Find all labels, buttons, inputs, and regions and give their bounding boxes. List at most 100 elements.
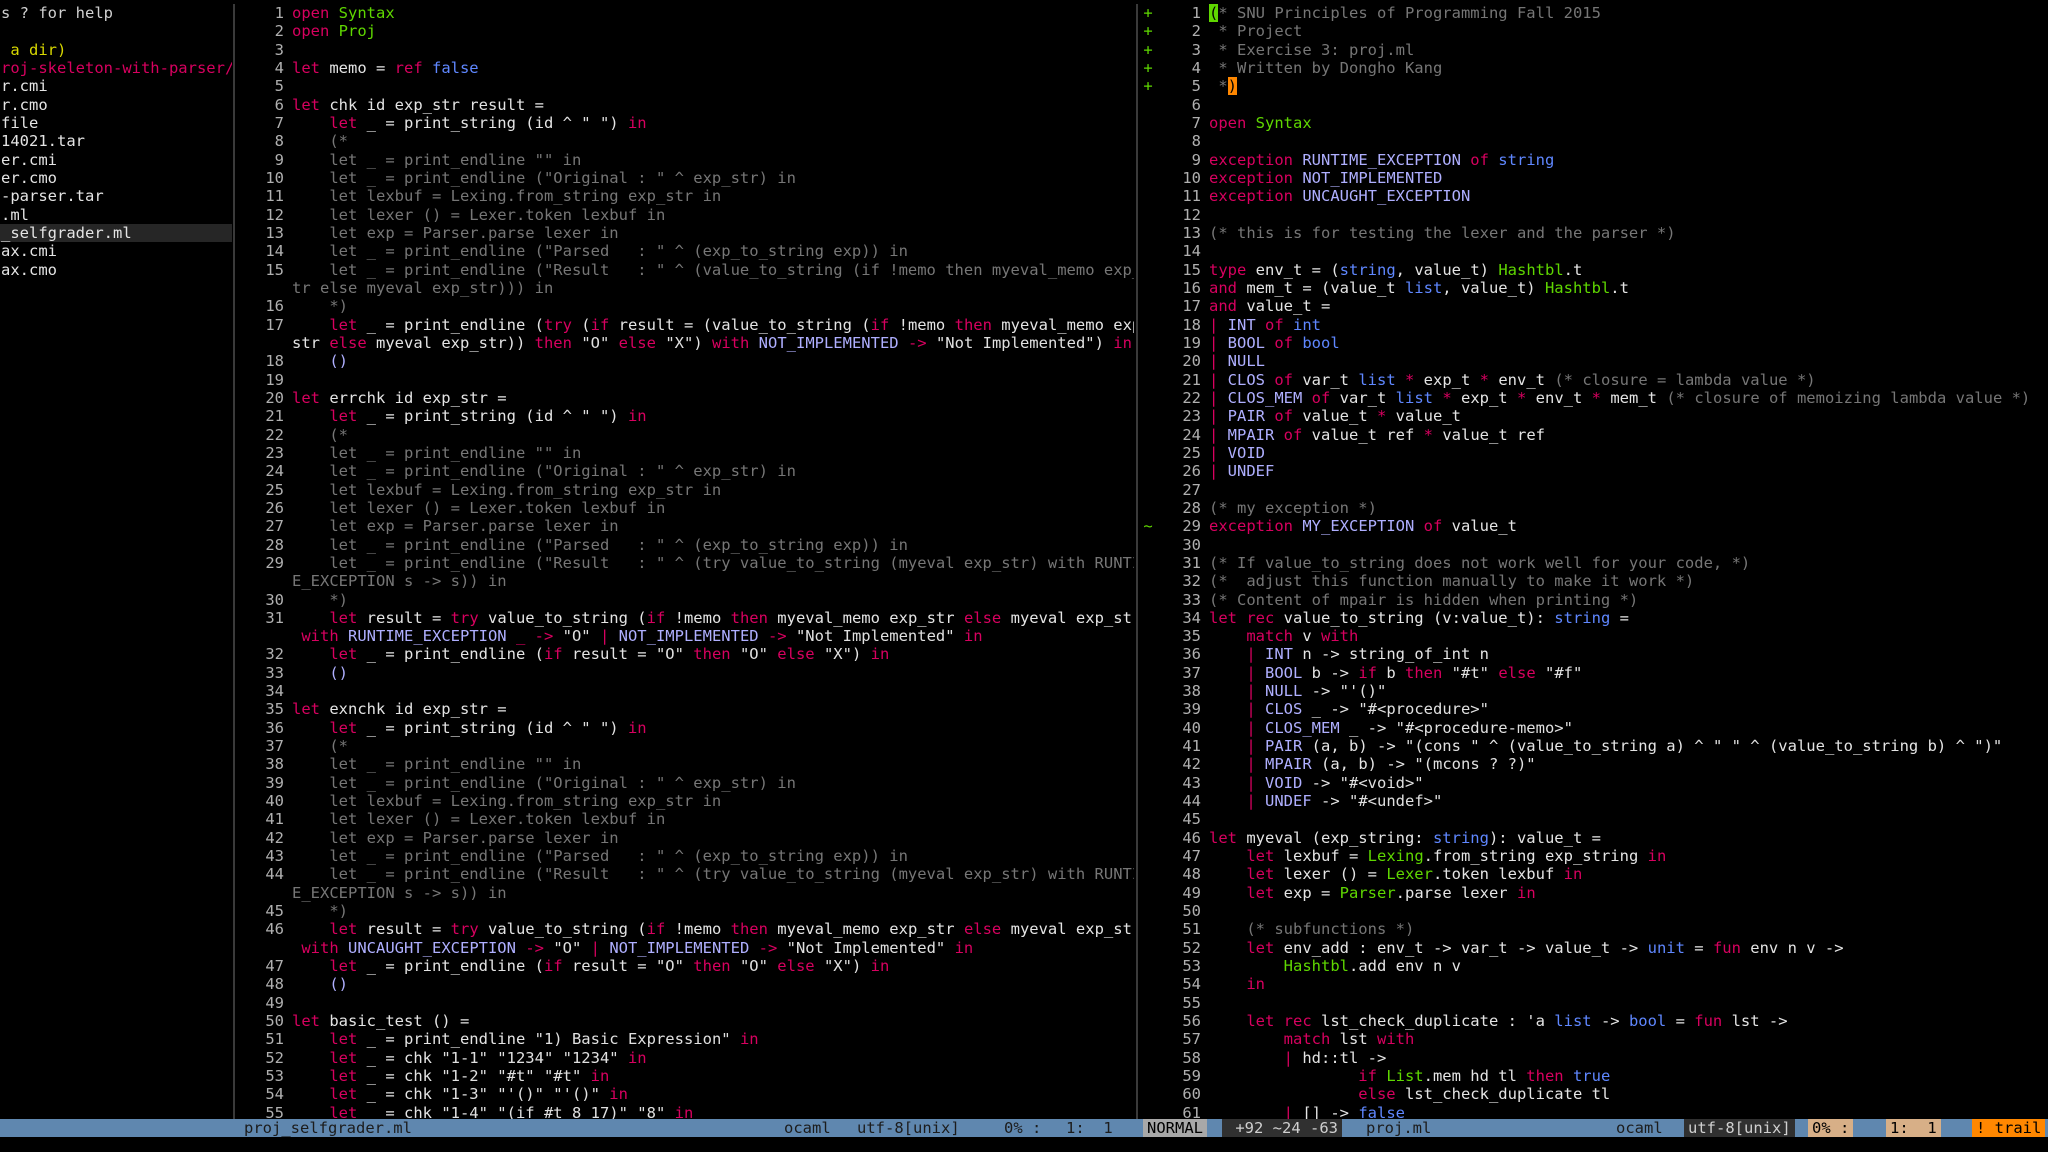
code-line[interactable]: 26 let lexer () = Lexer.token lexbuf in bbox=[238, 499, 1134, 517]
code-line[interactable]: 25 | VOID bbox=[1141, 444, 2046, 462]
code-line[interactable]: 6 let chk id exp_str result = bbox=[238, 96, 1134, 114]
code-line[interactable]: 58 | hd::tl -> bbox=[1141, 1049, 2046, 1067]
code-line[interactable]: 61 | [] -> false bbox=[1141, 1104, 2046, 1119]
code-line[interactable]: 51 (* subfunctions *) bbox=[1141, 920, 2046, 938]
code-line[interactable]: 30 *) bbox=[238, 591, 1134, 609]
code-line[interactable]: ~29 exception MY_EXCEPTION of value_t bbox=[1141, 517, 2046, 535]
file-tree-item[interactable]: er.cmi bbox=[0, 151, 232, 169]
code-line[interactable]: 47 let lexbuf = Lexing.from_string exp_s… bbox=[1141, 847, 2046, 865]
code-line[interactable]: 19 | BOOL of bool bbox=[1141, 334, 2046, 352]
code-line[interactable]: tr else myeval exp_str))) in bbox=[238, 279, 1134, 297]
code-line[interactable]: 8 bbox=[1141, 132, 2046, 150]
file-tree-item[interactable]: s ? for help bbox=[0, 4, 232, 22]
code-line[interactable]: 21 let _ = print_string (id ^ " ") in bbox=[238, 407, 1134, 425]
code-line[interactable]: 19 bbox=[238, 371, 1134, 389]
code-line[interactable]: 18 () bbox=[238, 352, 1134, 370]
file-tree-pane[interactable]: s ? for help a dir) roj-skeleton-with-par… bbox=[0, 4, 232, 1119]
code-line[interactable]: with RUNTIME_EXCEPTION _ -> "O" | NOT_IM… bbox=[238, 627, 1134, 645]
code-line[interactable]: 53 let _ = chk "1-2" "#t" "#t" in bbox=[238, 1067, 1134, 1085]
code-line[interactable]: 23 | PAIR of value_t * value_t bbox=[1141, 407, 2046, 425]
code-line[interactable]: 16 and mem_t = (value_t list, value_t) Ha… bbox=[1141, 279, 2046, 297]
code-line[interactable]: 27 bbox=[1141, 481, 2046, 499]
code-line[interactable]: 36 let _ = print_string (id ^ " ") in bbox=[238, 719, 1134, 737]
file-tree-item[interactable]: roj-skeleton-with-parser/ bbox=[0, 59, 232, 77]
code-line[interactable]: 52 let env_add : env_t -> var_t -> value… bbox=[1141, 939, 2046, 957]
code-line[interactable]: 45 bbox=[1141, 810, 2046, 828]
code-line[interactable]: 15 let _ = print_endline ("Result : " ^ … bbox=[238, 261, 1134, 279]
code-line[interactable]: 30 bbox=[1141, 536, 2046, 554]
code-line[interactable]: 35 let exnchk id exp_str = bbox=[238, 700, 1134, 718]
code-line[interactable]: 12 let lexer () = Lexer.token lexbuf in bbox=[238, 206, 1134, 224]
code-line[interactable]: 33 (* Content of mpair is hidden when pri… bbox=[1141, 591, 2046, 609]
code-line[interactable]: 41 let lexer () = Lexer.token lexbuf in bbox=[238, 810, 1134, 828]
code-line[interactable]: 17 and value_t = bbox=[1141, 297, 2046, 315]
code-line[interactable]: 20 | NULL bbox=[1141, 352, 2046, 370]
code-line[interactable]: 43 let _ = print_endline ("Parsed : " ^ … bbox=[238, 847, 1134, 865]
code-line[interactable]: 4 let memo = ref false bbox=[238, 59, 1134, 77]
code-line[interactable]: 40 let lexbuf = Lexing.from_string exp_s… bbox=[238, 792, 1134, 810]
code-line[interactable]: 8 (* bbox=[238, 132, 1134, 150]
code-line[interactable]: E_EXCEPTION s -> s)) in bbox=[238, 572, 1134, 590]
code-line[interactable]: 56 let rec lst_check_duplicate : 'a list… bbox=[1141, 1012, 2046, 1030]
code-line[interactable]: 48 let lexer () = Lexer.token lexbuf in bbox=[1141, 865, 2046, 883]
code-line[interactable]: 21 | CLOS of var_t list * exp_t * env_t (… bbox=[1141, 371, 2046, 389]
code-line[interactable]: 11 exception UNCAUGHT_EXCEPTION bbox=[1141, 187, 2046, 205]
code-line[interactable]: 34 let rec value_to_string (v:value_t): s… bbox=[1141, 609, 2046, 627]
file-tree-item[interactable]: _selfgrader.ml bbox=[0, 223, 232, 243]
code-line[interactable]: 2 open Proj bbox=[238, 22, 1134, 40]
file-tree-item[interactable]: er.cmo bbox=[0, 169, 232, 187]
code-line[interactable]: 37 | BOOL b -> if b then "#t" else "#f" bbox=[1141, 664, 2046, 682]
code-line[interactable]: 45 *) bbox=[238, 902, 1134, 920]
code-line[interactable]: 13 (* this is for testing the lexer and t… bbox=[1141, 224, 2046, 242]
code-line[interactable]: 44 let _ = print_endline ("Result : " ^ … bbox=[238, 865, 1134, 883]
code-line[interactable]: 39 | CLOS _ -> "#<procedure>" bbox=[1141, 700, 2046, 718]
code-line[interactable]: 47 let _ = print_endline (if result = "O… bbox=[238, 957, 1134, 975]
right-editor-pane[interactable]: +1 (* SNU Principles of Programming Fall … bbox=[1141, 4, 2046, 1119]
code-line[interactable]: 23 let _ = print_endline "" in bbox=[238, 444, 1134, 462]
code-line[interactable]: 24 | MPAIR of value_t ref * value_t ref bbox=[1141, 426, 2046, 444]
code-line[interactable]: 7 open Syntax bbox=[1141, 114, 2046, 132]
code-line[interactable]: 55 let _ = chk "1-4" "(if #t 8 17)" "8" … bbox=[238, 1104, 1134, 1119]
code-line[interactable]: 9 let _ = print_endline "" in bbox=[238, 151, 1134, 169]
code-line[interactable]: 22 | CLOS_MEM of var_t list * exp_t * env… bbox=[1141, 389, 2046, 407]
code-line[interactable]: 14 let _ = print_endline ("Parsed : " ^ … bbox=[238, 242, 1134, 260]
code-line[interactable]: 32 let _ = print_endline (if result = "O… bbox=[238, 645, 1134, 663]
code-line[interactable]: 28 (* my exception *) bbox=[1141, 499, 2046, 517]
code-line[interactable]: 25 let lexbuf = Lexing.from_string exp_s… bbox=[238, 481, 1134, 499]
code-line[interactable]: 49 let exp = Parser.parse lexer in bbox=[1141, 884, 2046, 902]
code-line[interactable]: 43 | VOID -> "#<void>" bbox=[1141, 774, 2046, 792]
code-line[interactable]: +3 * Exercise 3: proj.ml bbox=[1141, 41, 2046, 59]
file-tree-item[interactable]: r.cmo bbox=[0, 96, 232, 114]
file-tree-item[interactable]: file bbox=[0, 114, 232, 132]
code-line[interactable]: 49 bbox=[238, 994, 1134, 1012]
code-line[interactable]: 11 let lexbuf = Lexing.from_string exp_s… bbox=[238, 187, 1134, 205]
code-line[interactable]: 42 | MPAIR (a, b) -> "(mcons ? ?)" bbox=[1141, 755, 2046, 773]
code-line[interactable]: 13 let exp = Parser.parse lexer in bbox=[238, 224, 1134, 242]
code-line[interactable]: 55 bbox=[1141, 994, 2046, 1012]
code-line[interactable]: 59 if List.mem hd tl then true bbox=[1141, 1067, 2046, 1085]
code-line[interactable]: 24 let _ = print_endline ("Original : " … bbox=[238, 462, 1134, 480]
code-line[interactable]: str else myeval exp_str)) then "O" else … bbox=[238, 334, 1134, 352]
file-tree-item[interactable]: ax.cmi bbox=[0, 242, 232, 260]
code-line[interactable]: with UNCAUGHT_EXCEPTION -> "O" | NOT_IMP… bbox=[238, 939, 1134, 957]
file-tree-item[interactable] bbox=[0, 22, 232, 40]
split-divider[interactable] bbox=[1136, 4, 1138, 1119]
code-line[interactable]: 46 let myeval (exp_string: string): value… bbox=[1141, 829, 2046, 847]
code-line[interactable]: 22 (* bbox=[238, 426, 1134, 444]
code-line[interactable]: 3 bbox=[238, 41, 1134, 59]
code-line[interactable]: +2 * Project bbox=[1141, 22, 2046, 40]
code-line[interactable]: 53 Hashtbl.add env n v bbox=[1141, 957, 2046, 975]
code-line[interactable]: 20 let errchk id exp_str = bbox=[238, 389, 1134, 407]
file-tree-item[interactable]: .ml bbox=[0, 206, 232, 224]
code-line[interactable]: 37 (* bbox=[238, 737, 1134, 755]
file-tree-item[interactable]: ax.cmo bbox=[0, 261, 232, 279]
code-line[interactable]: 36 | INT n -> string_of_int n bbox=[1141, 645, 2046, 663]
code-line[interactable]: 33 () bbox=[238, 664, 1134, 682]
code-line[interactable]: +1 (* SNU Principles of Programming Fall … bbox=[1141, 4, 2046, 22]
code-line[interactable]: 14 bbox=[1141, 242, 2046, 260]
code-line[interactable]: 1 open Syntax bbox=[238, 4, 1134, 22]
code-line[interactable]: +5 *) bbox=[1141, 77, 2046, 96]
code-line[interactable]: 5 bbox=[238, 77, 1134, 95]
code-line[interactable]: 29 let _ = print_endline ("Result : " ^ … bbox=[238, 554, 1134, 572]
code-line[interactable]: 46 let result = try value_to_string (if … bbox=[238, 920, 1134, 938]
